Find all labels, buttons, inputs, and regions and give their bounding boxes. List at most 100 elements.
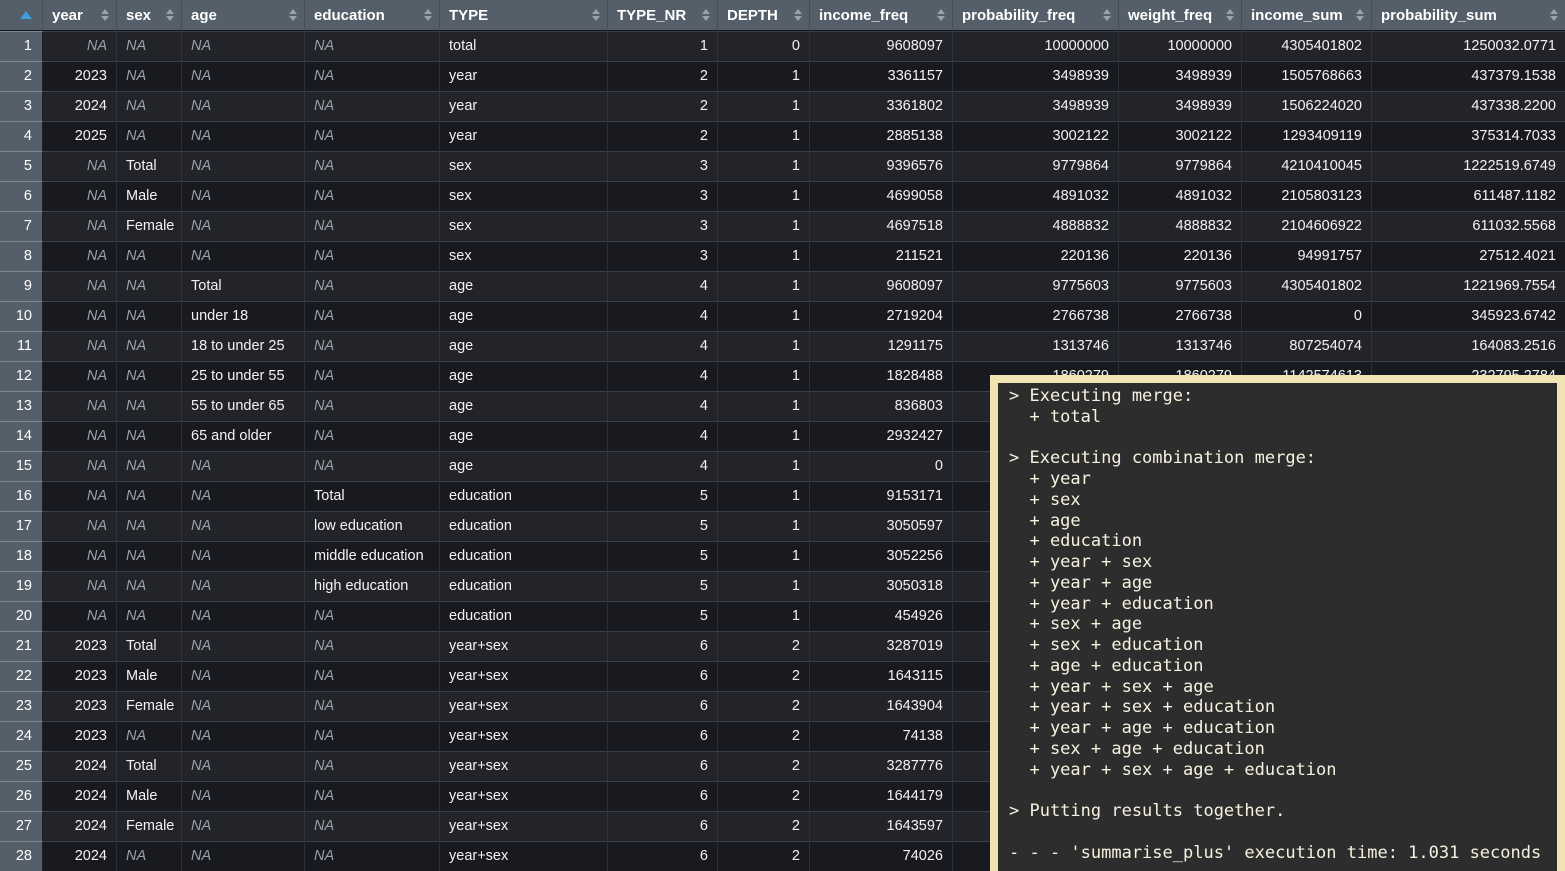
cell-probability_sum: 27512.4021 [1372,241,1565,271]
cell-education: NA [305,631,440,661]
na-value: NA [314,38,334,54]
na-value: NA [191,548,211,564]
row-number: 12 [0,361,43,391]
cell-year: 2023 [43,721,117,751]
cell-TYPE: year+sex [440,631,608,661]
cell-education: NA [305,361,440,391]
cell-year: NA [43,241,117,271]
cell-sex: NA [117,61,182,91]
column-header-TYPE_NR[interactable]: TYPE_NR [608,0,718,31]
cell-education: high education [305,571,440,601]
na-value: NA [87,308,107,324]
cell-DEPTH: 1 [718,601,810,631]
cell-sex: Total [117,151,182,181]
row-number: 26 [0,781,43,811]
row-number: 4 [0,121,43,151]
na-value: NA [126,548,146,564]
row-number: 5 [0,151,43,181]
cell-education: NA [305,151,440,181]
cell-sex: Female [117,691,182,721]
cell-age: NA [182,61,305,91]
na-value: NA [191,608,211,624]
cell-age: NA [182,751,305,781]
na-value: NA [126,398,146,414]
na-value: NA [314,128,334,144]
column-header-weight_freq[interactable]: weight_freq [1119,0,1242,31]
cell-age: NA [182,241,305,271]
table-row: 8NANANANAsex3121152122013622013694991757… [0,241,1565,271]
cell-DEPTH: 2 [718,721,810,751]
cell-TYPE: education [440,481,608,511]
table-row: 32024NANANAyear2133618023498939349893915… [0,91,1565,121]
cell-DEPTH: 2 [718,661,810,691]
column-header-rownum[interactable] [0,0,43,31]
na-value: NA [191,668,211,684]
table-header: yearsexageeducationTYPETYPE_NRDEPTHincom… [0,0,1565,31]
na-value: NA [126,488,146,504]
na-value: NA [191,578,211,594]
column-label: sex [126,7,151,24]
cell-TYPE_NR: 6 [608,721,718,751]
cell-age: NA [182,151,305,181]
cell-DEPTH: 1 [718,421,810,451]
column-header-age[interactable]: age [182,0,305,31]
na-value: NA [191,248,211,264]
cell-weight_freq: 3002122 [1119,121,1242,151]
cell-year: 2024 [43,811,117,841]
cell-income_sum: 807254074 [1242,331,1372,361]
column-header-income_freq[interactable]: income_freq [810,0,953,31]
cell-year: NA [43,181,117,211]
sort-icon [1356,9,1366,21]
column-label: income_sum [1251,7,1343,24]
cell-TYPE: sex [440,181,608,211]
column-header-income_sum[interactable]: income_sum [1242,0,1372,31]
console-output: > Executing merge: + total > Executing c… [998,383,1557,866]
na-value: NA [191,488,211,504]
column-header-probability_freq[interactable]: probability_freq [953,0,1119,31]
cell-weight_freq: 4891032 [1119,181,1242,211]
na-value: NA [314,428,334,444]
cell-TYPE: year [440,61,608,91]
cell-probability_freq: 9775603 [953,271,1119,301]
na-value: NA [191,758,211,774]
cell-income_freq: 211521 [810,241,953,271]
cell-age: NA [182,211,305,241]
row-number: 13 [0,391,43,421]
cell-income_freq: 9396576 [810,151,953,181]
cell-DEPTH: 2 [718,751,810,781]
cell-TYPE_NR: 3 [608,151,718,181]
cell-TYPE_NR: 5 [608,571,718,601]
cell-TYPE: sex [440,151,608,181]
cell-probability_freq: 220136 [953,241,1119,271]
column-header-sex[interactable]: sex [117,0,182,31]
column-header-education[interactable]: education [305,0,440,31]
cell-sex: NA [117,271,182,301]
row-number: 11 [0,331,43,361]
column-header-year[interactable]: year [43,0,117,31]
na-value: NA [314,248,334,264]
na-value: NA [87,578,107,594]
cell-probability_sum: 611487.1182 [1372,181,1565,211]
cell-age: NA [182,781,305,811]
cell-education: NA [305,451,440,481]
table-row: 10NANAunder 18NAage412719204276673827667… [0,301,1565,331]
column-header-DEPTH[interactable]: DEPTH [718,0,810,31]
cell-TYPE: year+sex [440,721,608,751]
cell-age: NA [182,481,305,511]
cell-sex: NA [117,331,182,361]
column-header-probability_sum[interactable]: probability_sum [1372,0,1565,31]
cell-probability_freq: 3498939 [953,61,1119,91]
sort-icon [794,9,804,21]
cell-year: NA [43,571,117,601]
table-row: 22023NANANAyear2133611573498939349893915… [0,61,1565,91]
column-header-TYPE[interactable]: TYPE [440,0,608,31]
cell-sex: NA [117,511,182,541]
na-value: NA [87,488,107,504]
cell-DEPTH: 2 [718,841,810,871]
table-row: 6NAMaleNANAsex31469905848910324891032210… [0,181,1565,211]
na-value: NA [191,848,211,864]
sort-icon [1550,9,1560,21]
cell-sex: NA [117,841,182,871]
cell-TYPE: education [440,571,608,601]
cell-probability_sum: 375314.7033 [1372,121,1565,151]
